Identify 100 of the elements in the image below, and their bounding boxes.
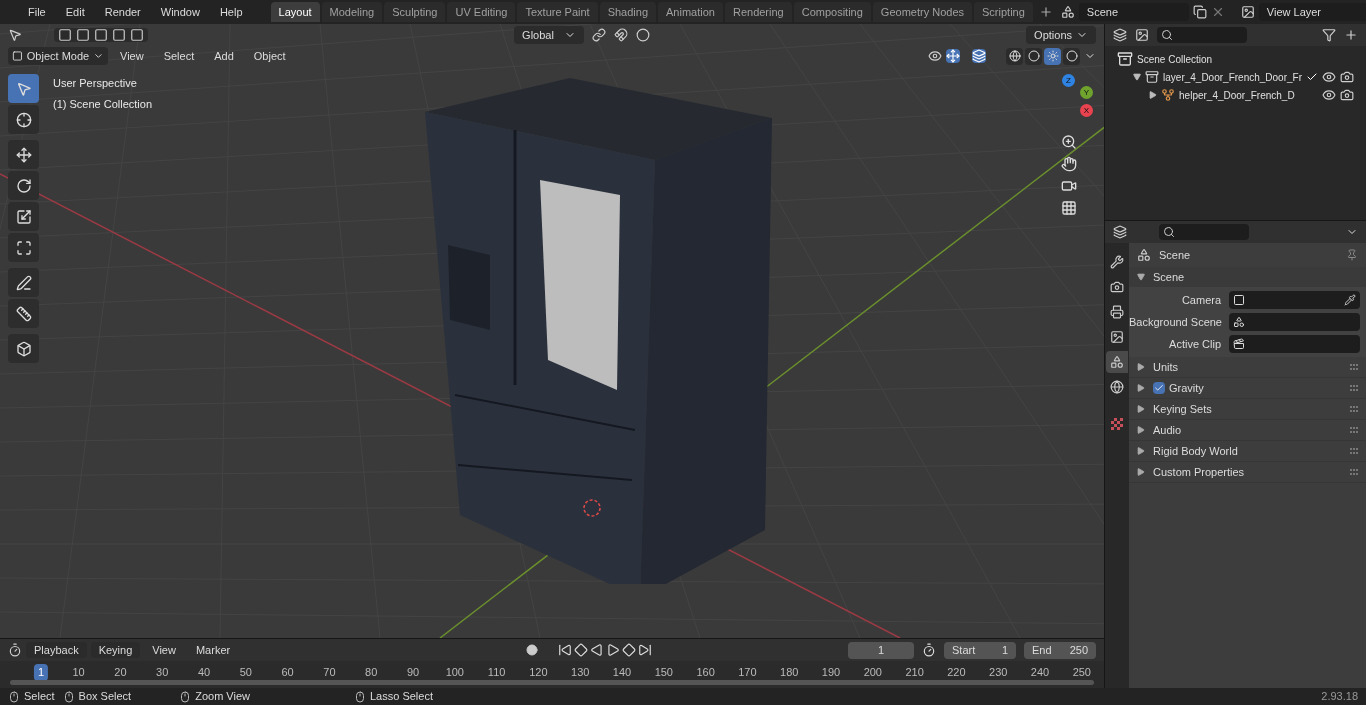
frame-number: 60 xyxy=(280,665,295,680)
field-label: Background Scene xyxy=(1129,314,1222,330)
data-field[interactable] xyxy=(1229,313,1360,331)
object-mode-icon xyxy=(12,50,23,62)
collapsed-arrow-icon[interactable] xyxy=(1137,426,1146,434)
axis-label[interactable]: X xyxy=(1080,104,1094,117)
frame-number: 50 xyxy=(238,665,253,680)
workspace-tab[interactable]: Modeling xyxy=(321,2,383,22)
frame-number: 140 xyxy=(611,665,633,680)
workspace-tab[interactable]: Texture Paint xyxy=(517,2,598,22)
collapsed-arrow-icon[interactable] xyxy=(1137,405,1146,413)
workspace-tab[interactable]: Sculpting xyxy=(384,2,446,22)
menu-item[interactable]: Edit xyxy=(57,3,93,21)
axis-label[interactable]: Z xyxy=(1062,74,1076,87)
scale-icon[interactable] xyxy=(8,202,39,231)
move-icon[interactable] xyxy=(8,140,39,169)
select-box-icon[interactable] xyxy=(8,74,39,103)
panel-header[interactable]: Rigid Body World xyxy=(1153,442,1342,460)
viewport-menu[interactable]: Object xyxy=(245,47,294,65)
panel-header[interactable]: Gravity xyxy=(1169,379,1342,397)
view-layer-field[interactable]: View Layer xyxy=(1258,3,1366,21)
end-frame-field[interactable]: End 250 xyxy=(1024,641,1097,659)
timeline-menu[interactable]: Playback xyxy=(26,641,87,659)
pen-icon[interactable] xyxy=(8,268,39,297)
menu-item[interactable]: Help xyxy=(211,3,251,21)
drag-handle-icon[interactable] xyxy=(1350,469,1358,475)
version-text: 2.93.18 xyxy=(1321,689,1358,705)
timeline-scrollbar[interactable] xyxy=(10,680,1095,685)
panel-header[interactable]: Audio xyxy=(1153,421,1342,439)
ruler-icon[interactable] xyxy=(8,299,39,328)
outliner-item[interactable]: helper_4_Door_French_D xyxy=(1179,87,1318,103)
properties-tab[interactable] xyxy=(1106,351,1129,373)
section-header[interactable]: Scene xyxy=(1153,268,1185,286)
collapsed-arrow-icon[interactable] xyxy=(1149,91,1158,99)
timeline-menu[interactable]: Keying xyxy=(90,641,141,659)
menu-item[interactable]: Render xyxy=(96,3,149,21)
grid-icon xyxy=(1061,200,1078,216)
panel-header[interactable]: Units xyxy=(1153,358,1342,376)
eyedropper-icon xyxy=(1344,294,1356,306)
data-field[interactable] xyxy=(1229,291,1360,309)
transform-icon[interactable] xyxy=(8,233,39,262)
scene-field[interactable]: Scene xyxy=(1078,3,1189,21)
selection-mode-group[interactable] xyxy=(54,28,148,42)
drag-handle-icon[interactable] xyxy=(1350,364,1358,370)
cursor-icon[interactable] xyxy=(8,105,39,134)
eye-icon xyxy=(1322,70,1336,84)
viewport-menu[interactable]: Add xyxy=(206,47,242,65)
workspace-tab[interactable]: Shading xyxy=(599,2,657,22)
gravity-checkbox[interactable] xyxy=(1153,382,1166,394)
workspace-tab[interactable]: Scripting xyxy=(974,2,1033,22)
cube-icon[interactable] xyxy=(8,334,39,363)
frame-number: 80 xyxy=(364,665,379,680)
transform-orientation-dropdown[interactable]: Global xyxy=(514,26,585,44)
workspace-tab[interactable]: Layout xyxy=(270,2,320,22)
current-frame-field[interactable]: 1 xyxy=(848,641,915,659)
expanded-arrow-icon[interactable] xyxy=(1137,273,1146,281)
collapsed-arrow-icon[interactable] xyxy=(1137,447,1146,455)
panel-header[interactable]: Keying Sets xyxy=(1153,400,1342,418)
timeline-menu[interactable]: Marker xyxy=(187,641,239,659)
outliner-search-field[interactable] xyxy=(1157,27,1248,43)
workspace-tab[interactable]: Animation xyxy=(658,2,723,22)
panel-header[interactable]: Custom Properties xyxy=(1153,463,1342,481)
viewport-menu[interactable]: View xyxy=(112,47,152,65)
data-field[interactable] xyxy=(1229,335,1360,353)
workspace-tab[interactable]: Geometry Nodes xyxy=(872,2,972,22)
camera-icon xyxy=(1110,280,1125,294)
wireframe-sphere-icon[interactable] xyxy=(1006,47,1024,65)
menu-item[interactable]: Window xyxy=(152,3,208,21)
collapsed-arrow-icon[interactable] xyxy=(1137,384,1146,392)
camera-icon xyxy=(1340,70,1354,84)
expanded-arrow-icon[interactable] xyxy=(1133,73,1142,81)
play-icon xyxy=(606,643,621,657)
solid-sphere-icon[interactable] xyxy=(1025,47,1043,65)
workspace-tab[interactable]: Rendering xyxy=(724,2,792,22)
start-frame-field[interactable]: Start 1 xyxy=(944,641,1017,659)
viewport-menu[interactable]: Select xyxy=(155,47,203,65)
outliner-item[interactable]: layer_4_Door_French_Door_Fr xyxy=(1163,69,1302,85)
pin-icon xyxy=(1346,249,1358,261)
collapsed-arrow-icon[interactable] xyxy=(1137,468,1146,476)
drag-handle-icon[interactable] xyxy=(1350,406,1358,412)
field-label: Active Clip xyxy=(1168,336,1222,352)
axis-label[interactable]: Y xyxy=(1080,86,1094,99)
drag-handle-icon[interactable] xyxy=(1350,448,1358,454)
rendered-sphere-icon[interactable] xyxy=(1063,47,1081,65)
drag-handle-icon[interactable] xyxy=(1350,385,1358,391)
3d-viewport[interactable]: Global Options Object Mode View Select Add Object User Perspective (1) Scene Collection Z Y X xyxy=(0,24,1105,638)
mode-dropdown[interactable]: Object Mode xyxy=(8,47,108,65)
timeline-menu[interactable]: View xyxy=(144,641,184,659)
navigation-gizmo[interactable]: Z Y X xyxy=(1042,74,1097,128)
menu-item[interactable]: File xyxy=(20,3,54,21)
exclude-checkbox[interactable] xyxy=(1306,71,1318,83)
properties-search-field[interactable] xyxy=(1159,224,1250,240)
drag-handle-icon[interactable] xyxy=(1350,427,1358,433)
options-dropdown[interactable]: Options xyxy=(1026,26,1097,44)
scene-icon xyxy=(1110,355,1125,369)
workspace-tab[interactable]: UV Editing xyxy=(447,2,516,22)
collapsed-arrow-icon[interactable] xyxy=(1137,363,1146,371)
outliner-item[interactable]: Scene Collection xyxy=(1137,51,1354,67)
workspace-tab[interactable]: Compositing xyxy=(793,2,871,22)
rotate-icon[interactable] xyxy=(8,171,39,200)
